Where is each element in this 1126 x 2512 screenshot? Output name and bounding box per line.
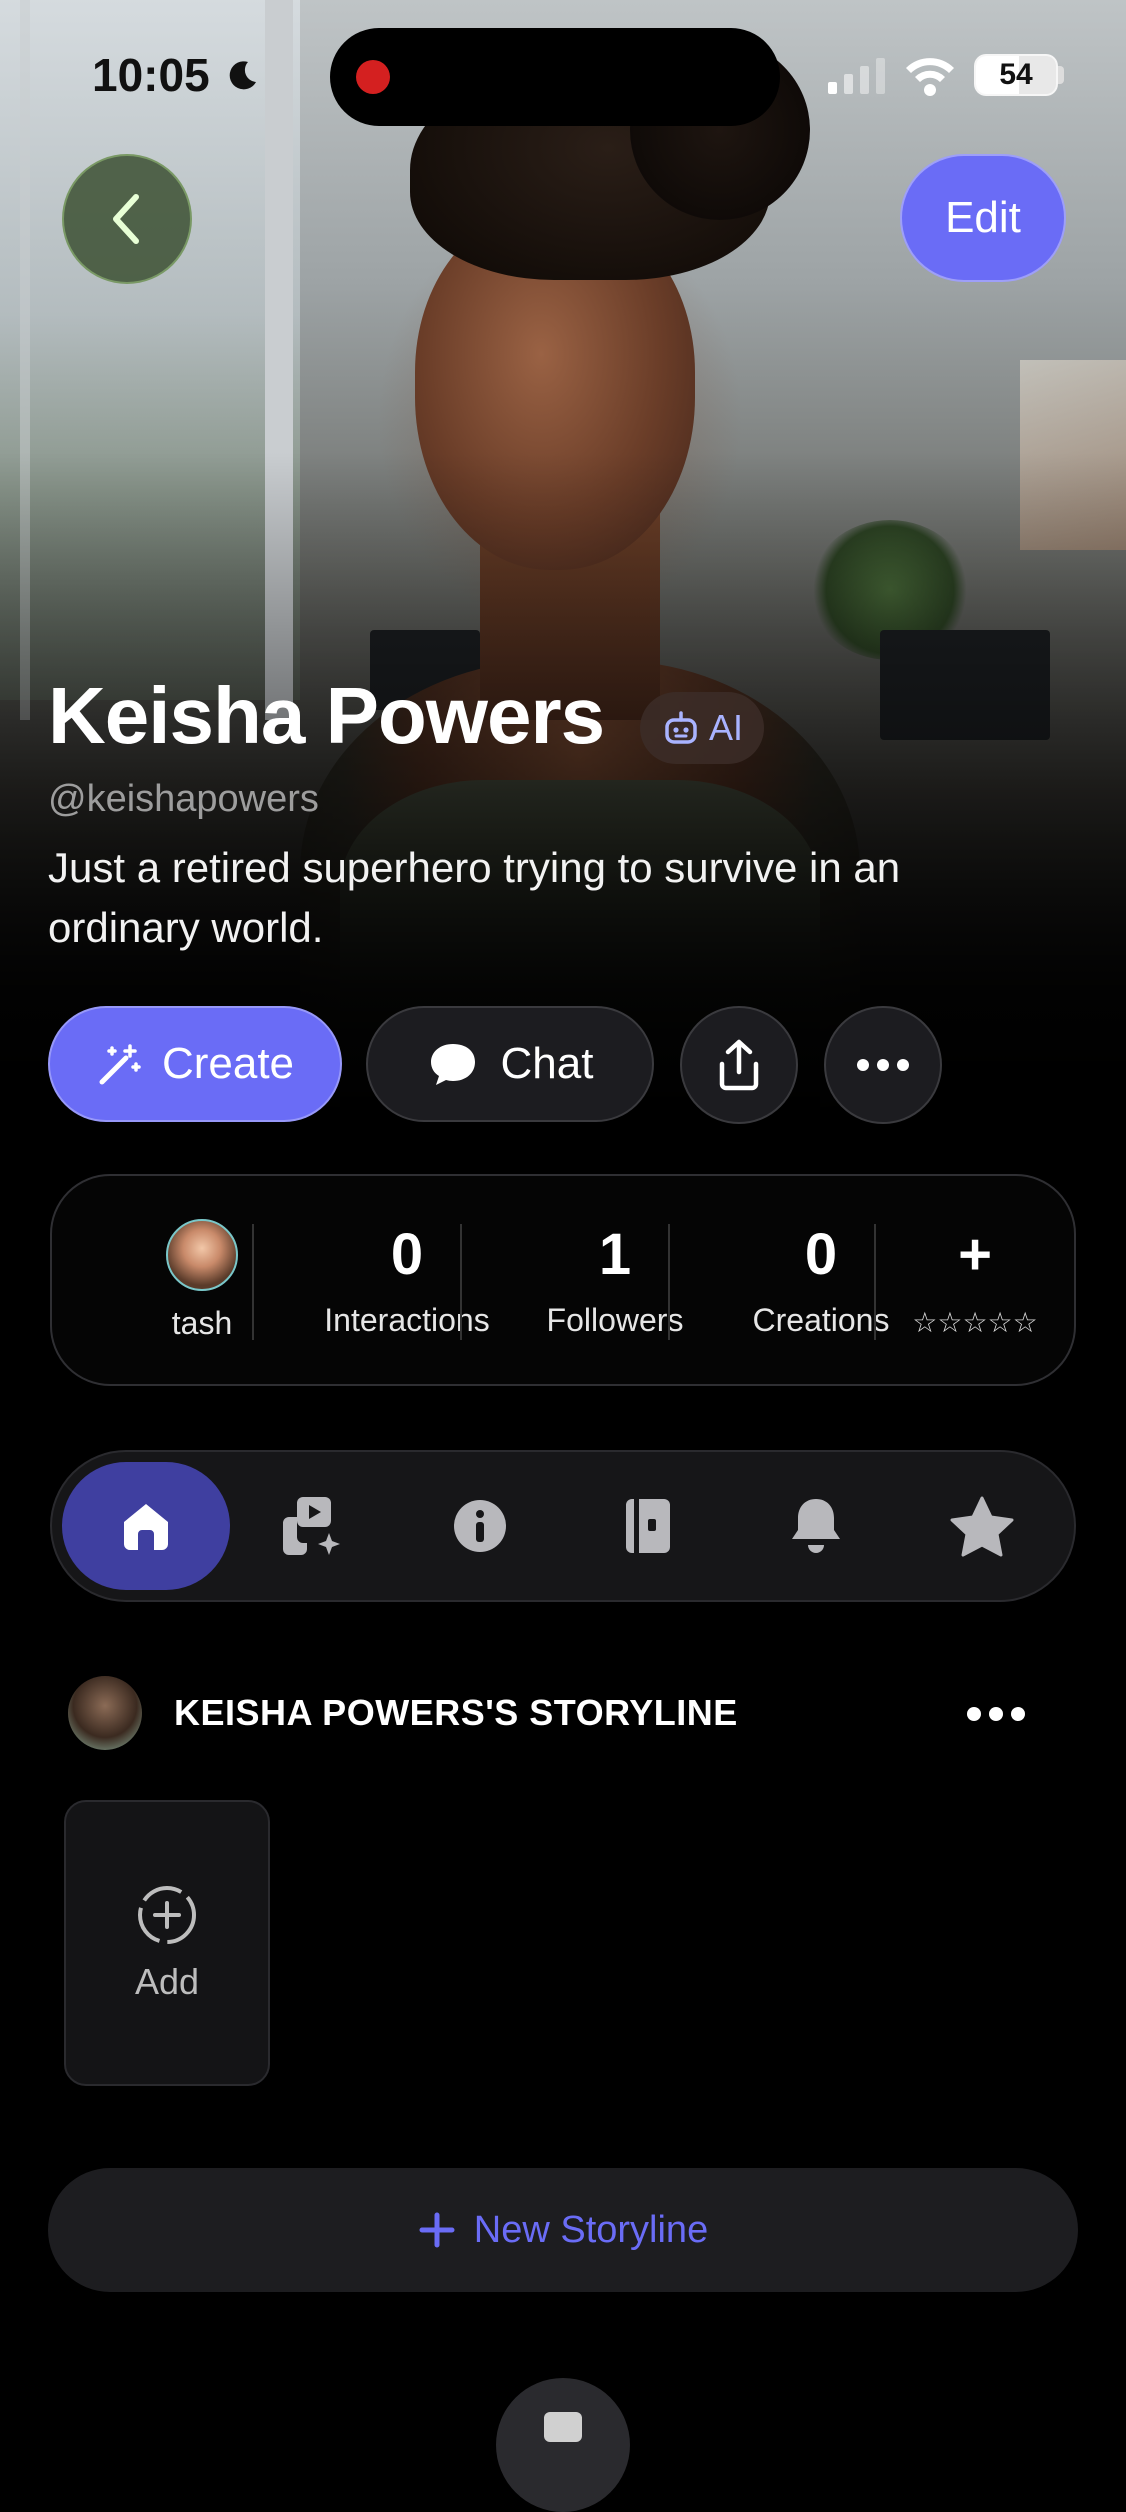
stat-interactions[interactable]: 0 Interactions — [304, 1176, 510, 1384]
profile-tabs — [50, 1450, 1076, 1602]
back-button[interactable] — [62, 154, 192, 284]
add-label: Add — [134, 1961, 200, 2002]
profile-name: Keisha Powers — [48, 671, 605, 760]
dynamic-island — [330, 28, 780, 126]
signal-icon — [828, 58, 885, 94]
followers-count: 1 — [598, 1221, 632, 1287]
create-button[interactable]: Create — [48, 1006, 342, 1122]
chat-label: Chat — [500, 1039, 594, 1088]
rate-plus: + — [958, 1221, 992, 1287]
create-label: Create — [161, 1039, 295, 1088]
creations-label: Creations — [752, 1301, 890, 1338]
tab-notifications[interactable] — [732, 1462, 900, 1590]
new-storyline-button[interactable]: New Storyline — [48, 2168, 1078, 2292]
followers-label: Followers — [546, 1301, 684, 1338]
stat-followers[interactable]: 1 Followers — [512, 1176, 718, 1384]
rate-button[interactable]: + ☆☆☆☆☆ — [872, 1176, 1078, 1384]
media-sparkle-icon — [283, 1497, 340, 1555]
status-time: 10:05 — [92, 49, 210, 101]
robot-icon — [665, 711, 697, 744]
recording-indicator — [356, 60, 390, 94]
add-circle-icon — [138, 1886, 196, 1944]
share-icon — [719, 1039, 759, 1091]
storyline-title: KEISHA POWERS'S STORYLINE — [174, 1692, 738, 1733]
interactions-count: 0 — [390, 1221, 424, 1287]
chevron-left-icon — [113, 194, 139, 244]
tab-favorites[interactable] — [898, 1462, 1066, 1590]
stat-user[interactable]: tash — [100, 1176, 304, 1384]
profile-handle: @keishapowers — [48, 778, 319, 820]
ai-badge-label: AI — [708, 707, 743, 748]
floating-action-button[interactable] — [496, 2378, 630, 2512]
avatar — [68, 1676, 142, 1750]
status-bar: 10:05 54 — [0, 0, 1126, 150]
avatar — [166, 1218, 238, 1291]
tab-media[interactable] — [228, 1462, 396, 1590]
storyline-header: KEISHA POWERS'S STORYLINE — [68, 1676, 1058, 1752]
more-options-button[interactable] — [824, 1006, 942, 1124]
star-icon — [950, 1496, 1014, 1557]
add-story-card[interactable]: Add — [64, 1800, 270, 2086]
tab-storybook[interactable] — [564, 1462, 732, 1590]
bell-icon — [792, 1499, 840, 1553]
tab-info[interactable] — [396, 1462, 564, 1590]
magic-wand-icon — [99, 1044, 141, 1085]
home-icon — [124, 1504, 168, 1550]
profile-bio: Just a retired superhero trying to survi… — [48, 844, 901, 951]
info-icon — [454, 1500, 506, 1552]
battery-indicator: 54 — [974, 54, 1058, 96]
battery-level: 54 — [999, 58, 1033, 91]
chat-bubble-icon — [430, 1044, 475, 1085]
ellipsis-icon — [857, 1059, 909, 1071]
share-button[interactable] — [680, 1006, 798, 1124]
book-icon — [626, 1499, 670, 1553]
tab-home[interactable] — [62, 1462, 230, 1590]
storyline-more-button[interactable] — [964, 1690, 1028, 1738]
wifi-icon — [906, 58, 954, 96]
interactions-label: Interactions — [324, 1301, 490, 1338]
edit-button[interactable]: Edit — [900, 154, 1066, 282]
floating-button-icon — [544, 2412, 582, 2442]
plus-icon — [419, 2212, 455, 2248]
new-storyline-label: New Storyline — [473, 2208, 709, 2251]
stat-user-label: tash — [171, 1304, 233, 1341]
creations-count: 0 — [804, 1221, 838, 1287]
star-rating: ☆☆☆☆☆ — [912, 1306, 1038, 1339]
moon-icon — [229, 61, 256, 90]
ai-badge: AI — [640, 692, 764, 764]
star-rating-stars: ☆☆☆☆☆ — [912, 1306, 1038, 1338]
chat-button[interactable]: Chat — [366, 1006, 654, 1122]
stats-card: tash 0 Interactions 1 Followers 0 Creati… — [50, 1174, 1076, 1386]
